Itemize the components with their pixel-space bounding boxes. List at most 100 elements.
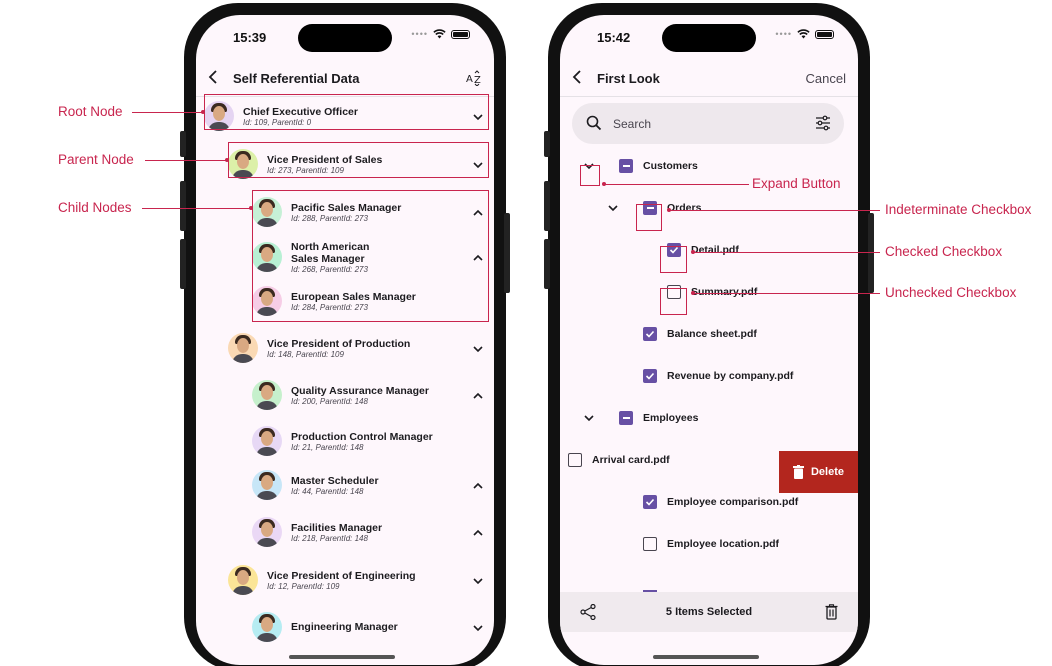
tree-row[interactable]: Revenue by company.pdf: [643, 364, 793, 388]
callout-label: Indeterminate Checkbox: [885, 202, 1032, 217]
expander-button[interactable]: [472, 342, 484, 354]
callout-line: [691, 250, 880, 254]
callout-label: Expand Button: [752, 176, 841, 191]
checked-checkbox[interactable]: [643, 369, 657, 383]
node-text: Facilities Manager Id: 218, ParentId: 148: [291, 522, 382, 543]
tree-row[interactable]: Employees: [619, 406, 698, 430]
avatar: [252, 470, 282, 500]
tree-node[interactable]: Quality Assurance Manager Id: 200, Parent…: [252, 377, 494, 413]
node-text: Engineering Manager: [291, 621, 398, 633]
avatar: [252, 612, 282, 642]
callout-label: Root Node: [58, 104, 123, 119]
node-text: Vice President of Production Id: 148, Par…: [267, 338, 410, 359]
expander-button[interactable]: [472, 621, 484, 633]
trash-icon: [792, 465, 804, 479]
tree-node[interactable]: Vice President of Production Id: 148, Par…: [228, 330, 494, 366]
callout-label: Parent Node: [58, 152, 134, 167]
expander-button[interactable]: [472, 574, 484, 586]
chevron-down-icon[interactable]: [583, 412, 595, 424]
dash-icon: [622, 165, 630, 167]
highlight-box: [660, 288, 687, 315]
row-label: Customers: [643, 160, 698, 172]
node-title: Quality Assurance Manager: [291, 384, 429, 397]
tree-node[interactable]: Vice President of Engineering Id: 12, Par…: [228, 562, 494, 598]
home-indicator: [289, 655, 395, 659]
sort-az-icon[interactable]: A Z: [465, 70, 483, 86]
highlight-box: [228, 142, 489, 178]
tree-row[interactable]: Employee comparison.pdf: [643, 490, 798, 514]
highlight-box: [252, 190, 489, 322]
node-title: Production Control Manager: [291, 430, 433, 443]
unchecked-checkbox[interactable]: [568, 453, 582, 467]
delete-label: Delete: [810, 466, 845, 478]
callout-line: [602, 182, 749, 186]
node-subtitle: Id: 12, ParentId: 109: [267, 581, 340, 591]
filter-settings-icon[interactable]: [815, 115, 831, 131]
indeterminate-checkbox[interactable]: [619, 159, 633, 173]
tree-row[interactable]: Customers: [619, 154, 698, 178]
tree-node[interactable]: Facilities Manager Id: 218, ParentId: 148: [252, 514, 494, 550]
search-bar[interactable]: Search: [572, 103, 844, 144]
callout-line: [691, 291, 880, 295]
expand-button[interactable]: [583, 411, 597, 425]
unchecked-checkbox[interactable]: [643, 537, 657, 551]
callout-label: Checked Checkbox: [885, 244, 1003, 259]
callout-line: [667, 208, 880, 212]
expander-button[interactable]: [472, 526, 484, 538]
chevron-up-icon[interactable]: [472, 480, 484, 492]
node-text: Quality Assurance Manager Id: 200, Parent…: [291, 385, 429, 406]
battery-icon: [815, 29, 834, 39]
expander-button[interactable]: [472, 479, 484, 491]
node-subtitle: Id: 218, ParentId: 148: [291, 533, 368, 543]
tree-node[interactable]: Master Scheduler Id: 44, ParentId: 148: [252, 467, 494, 503]
node-subtitle: Id: 21, ParentId: 148: [291, 442, 364, 452]
node-subtitle: Id: 200, ParentId: 148: [291, 396, 368, 406]
tree-row[interactable]: Balance sheet.pdf: [643, 322, 757, 346]
chevron-up-icon[interactable]: [472, 390, 484, 402]
highlight-box: [636, 204, 662, 231]
chevron-down-icon[interactable]: [472, 575, 484, 587]
checked-checkbox[interactable]: [643, 327, 657, 341]
chevron-up-icon[interactable]: [472, 527, 484, 539]
page-title: First Look: [597, 71, 660, 86]
right-screen: 15:42 •••• First Look Cancel Search Cust…: [560, 15, 858, 665]
chevron-down-icon[interactable]: [472, 622, 484, 634]
back-icon[interactable]: [568, 68, 586, 86]
highlight-box: [660, 246, 687, 273]
status-time: 15:39: [233, 30, 267, 45]
tree-node[interactable]: Engineering Manager: [252, 609, 494, 645]
node-text: Vice President of Engineering Id: 12, Par…: [267, 570, 416, 591]
row-label: Detail.pdf: [691, 244, 739, 256]
chevron-down-icon[interactable]: [472, 343, 484, 355]
checked-checkbox[interactable]: [643, 495, 657, 509]
check-icon: [645, 330, 655, 338]
cancel-button[interactable]: Cancel: [806, 71, 846, 86]
expand-button[interactable]: [607, 201, 621, 215]
expander-button[interactable]: [472, 389, 484, 401]
delete-selected-icon[interactable]: [825, 604, 838, 620]
svg-text:A: A: [466, 74, 473, 85]
back-icon[interactable]: [204, 68, 222, 86]
chevron-down-icon[interactable]: [607, 202, 619, 214]
home-indicator: [653, 655, 759, 659]
tree-row[interactable]: Employee location.pdf: [643, 532, 779, 556]
indeterminate-checkbox[interactable]: [619, 411, 633, 425]
node-title: Master Scheduler: [291, 474, 379, 487]
search-input[interactable]: Search: [613, 117, 651, 131]
selection-count: 5 Items Selected: [665, 606, 753, 618]
node-title: Vice President of Engineering: [267, 569, 416, 582]
tree-row[interactable]: Arrival card.pdf: [568, 448, 670, 472]
dynamic-island: [298, 24, 392, 52]
swipe-delete-button[interactable]: Delete: [779, 451, 858, 493]
node-subtitle: Id: 44, ParentId: 148: [291, 486, 364, 496]
callout-line: [132, 110, 205, 114]
dynamic-island: [662, 24, 756, 52]
status-time: 15:42: [597, 30, 631, 45]
node-title: Facilities Manager: [291, 521, 383, 534]
row-label: Summary.pdf: [691, 286, 758, 298]
selection-toolbar: 5 Items Selected: [560, 592, 858, 632]
avatar: [228, 333, 258, 363]
app-bar: Self Referential Data A Z: [196, 59, 494, 97]
callout-label: Child Nodes: [58, 200, 132, 215]
tree-node[interactable]: Production Control Manager Id: 21, Parent…: [252, 423, 494, 459]
